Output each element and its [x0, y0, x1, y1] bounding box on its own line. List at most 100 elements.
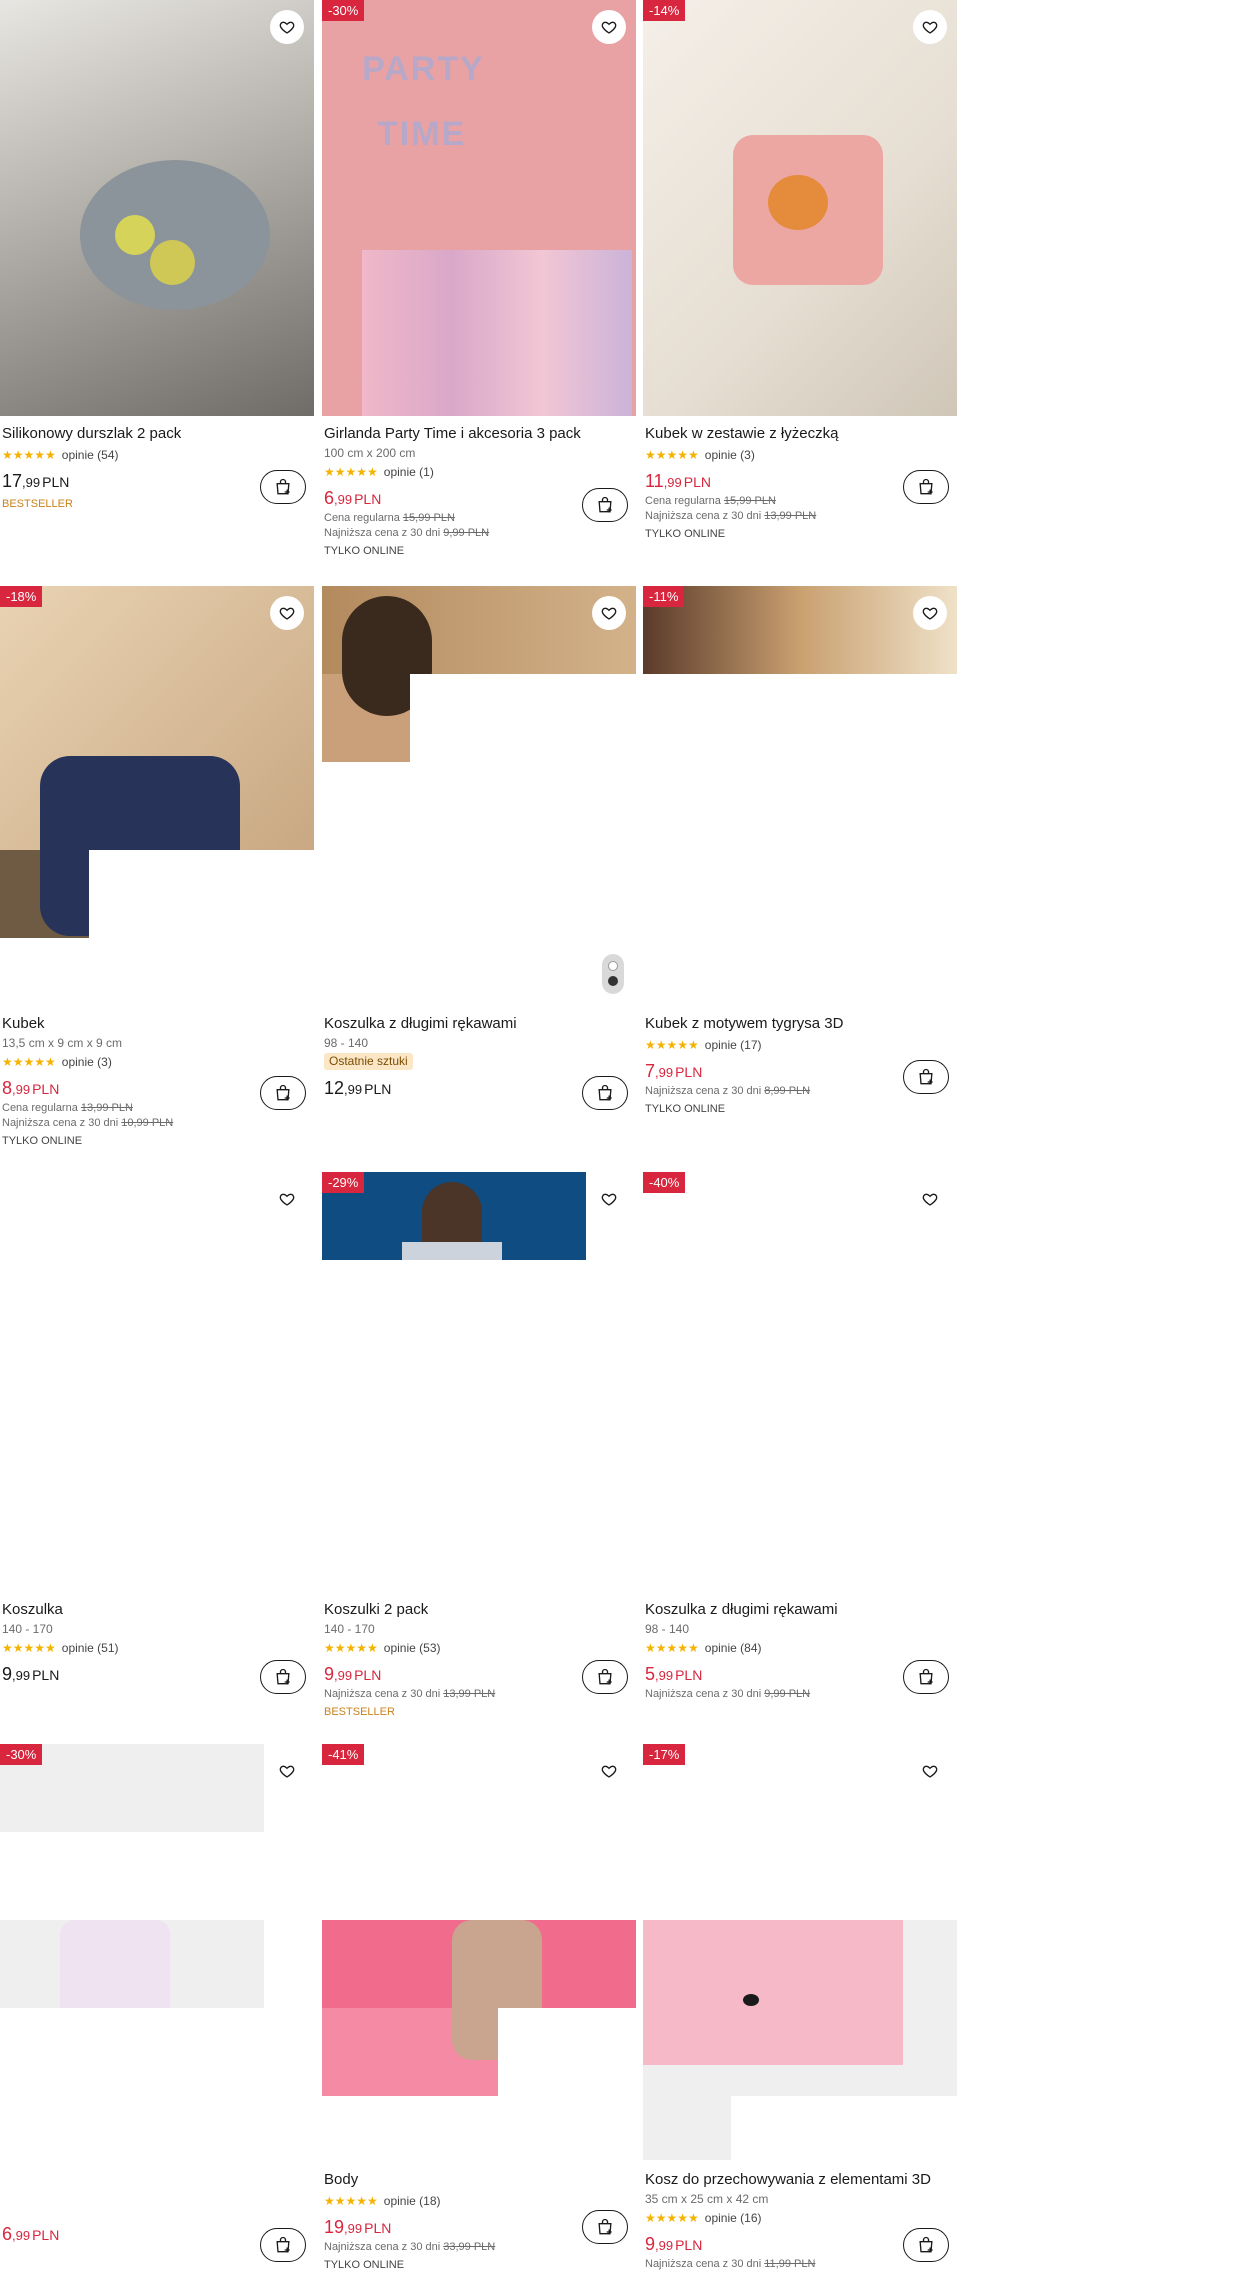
product-card[interactable]: -41% Body ★★★★★ opinie (18) 19,99 PLN Naj… [322, 1744, 636, 2278]
product-card[interactable]: Koszulka 140 - 170 ★★★★★ opinie (51) 9,9… [0, 1172, 314, 1752]
reviews-count[interactable]: opinie (54) [62, 448, 119, 462]
wishlist-button[interactable] [913, 1754, 947, 1788]
product-image[interactable] [643, 1172, 957, 1588]
add-to-cart-button[interactable] [903, 1060, 949, 1094]
product-name[interactable]: Silikonowy durszlak 2 pack [0, 424, 314, 444]
rating: ★★★★★ opinie (54) [0, 447, 314, 463]
add-to-cart-button[interactable] [582, 2210, 628, 2244]
product-image[interactable] [643, 0, 957, 416]
wishlist-button[interactable] [270, 596, 304, 630]
product-image[interactable] [643, 586, 957, 1002]
discount-badge: -30% [322, 0, 365, 21]
scroll-up-dot[interactable] [608, 961, 618, 971]
reviews-count[interactable]: opinie (84) [705, 1641, 762, 1655]
wishlist-button[interactable] [592, 596, 626, 630]
product-image[interactable] [322, 1172, 636, 1588]
add-to-cart-button[interactable] [582, 488, 628, 522]
lowest-price: Najniższa cena z 30 dni 10,99 PLN [2, 1117, 174, 1129]
wishlist-button[interactable] [270, 1182, 304, 1216]
add-to-cart-button[interactable] [903, 470, 949, 504]
heart-icon [922, 1193, 938, 1206]
product-name[interactable]: Body [322, 2170, 636, 2190]
product-image[interactable] [0, 1744, 314, 2160]
add-to-cart-icon [276, 1084, 290, 1101]
online-only-tag: TYLKO ONLINE [645, 528, 726, 540]
discount-badge: -11% [643, 586, 685, 607]
add-to-cart-button[interactable] [260, 470, 306, 504]
product-name[interactable]: Kubek [0, 1014, 314, 1034]
add-to-cart-button[interactable] [903, 1660, 949, 1694]
product-card[interactable]: PARTY TIME -30% Girlanda Party Time i ak… [322, 0, 636, 580]
add-to-cart-icon [276, 1668, 290, 1685]
heart-icon [279, 1765, 295, 1778]
reviews-count[interactable]: opinie (51) [62, 1641, 119, 1655]
product-image[interactable] [322, 1744, 636, 2160]
wishlist-button[interactable] [913, 1182, 947, 1216]
product-image[interactable] [643, 1744, 957, 2160]
add-to-cart-icon [919, 1068, 933, 1085]
wishlist-button[interactable] [270, 1754, 304, 1788]
product-card[interactable]: -17% Kosz do przechowywania z elementami… [643, 1744, 957, 2278]
reviews-count[interactable]: opinie (18) [384, 2194, 441, 2208]
add-to-cart-icon [598, 1084, 612, 1101]
add-to-cart-button[interactable] [260, 2228, 306, 2262]
add-to-cart-icon [598, 2218, 612, 2235]
product-card[interactable]: -30% 6,99 PLN [0, 1744, 314, 2278]
discount-badge: -18% [0, 586, 43, 607]
rating: ★★★★★ opinie (51) [0, 1640, 314, 1656]
reviews-count[interactable]: opinie (17) [705, 1038, 762, 1052]
wishlist-button[interactable] [592, 1182, 626, 1216]
product-name[interactable]: Kubek z motywem tygrysa 3D [643, 1014, 957, 1034]
reviews-count[interactable]: opinie (53) [384, 1641, 441, 1655]
wishlist-button[interactable] [592, 1754, 626, 1788]
product-size: 13,5 cm x 9 cm x 9 cm [2, 1036, 123, 1050]
scroll-indicator[interactable] [602, 954, 624, 994]
add-to-cart-icon [598, 496, 612, 513]
reviews-count[interactable]: opinie (16) [705, 2211, 762, 2225]
product-name[interactable]: Koszulka [0, 1600, 314, 1620]
product-card[interactable]: -29% Koszulki 2 pack 140 - 170 ★★★★★ opi… [322, 1172, 636, 1752]
wishlist-button[interactable] [592, 10, 626, 44]
product-name[interactable]: Koszulki 2 pack [322, 1600, 636, 1620]
product-name[interactable]: Koszulka z długimi rękawami [643, 1600, 957, 1620]
reviews-count[interactable]: opinie (3) [62, 1055, 112, 1069]
add-to-cart-button[interactable] [903, 2228, 949, 2262]
discount-badge: -40% [643, 1172, 686, 1193]
bestseller-tag: BESTSELLER [324, 1706, 395, 1718]
rating: ★★★★★ opinie (84) [643, 1640, 957, 1656]
add-to-cart-icon [919, 478, 933, 495]
product-card[interactable]: Koszulka z długimi rękawami 98 - 140 Ost… [322, 586, 636, 1166]
add-to-cart-button[interactable] [582, 1076, 628, 1110]
discount-badge: -29% [322, 1172, 365, 1193]
product-card[interactable]: -11% Kubek z motywem tygrysa 3D ★★★★★ op… [643, 586, 957, 1166]
add-to-cart-icon [598, 1668, 612, 1685]
rating-stars: ★★★★★ [645, 1038, 699, 1052]
product-image[interactable]: PARTY TIME [322, 0, 636, 416]
product-info: Koszulki 2 pack 140 - 170 ★★★★★ opinie (… [322, 1600, 636, 1720]
reviews-count[interactable]: opinie (1) [384, 465, 434, 479]
product-card[interactable]: -14% Kubek w zestawie z łyżeczką ★★★★★ o… [643, 0, 957, 580]
product-image[interactable] [0, 586, 314, 1002]
product-image[interactable] [0, 0, 314, 416]
heart-icon [601, 1765, 617, 1778]
wishlist-button[interactable] [913, 10, 947, 44]
add-to-cart-button[interactable] [260, 1660, 306, 1694]
add-to-cart-button[interactable] [582, 1660, 628, 1694]
product-card[interactable]: -18% Kubek 13,5 cm x 9 cm x 9 cm ★★★★★ o… [0, 586, 314, 1166]
wishlist-button[interactable] [270, 10, 304, 44]
product-card[interactable]: Silikonowy durszlak 2 pack ★★★★★ opinie … [0, 0, 314, 580]
reviews-count[interactable]: opinie (3) [705, 448, 755, 462]
product-name[interactable]: Koszulka z długimi rękawami [322, 1014, 636, 1034]
product-card[interactable]: -40% Koszulka z długimi rękawami 98 - 14… [643, 1172, 957, 1752]
scroll-down-dot[interactable] [608, 976, 618, 986]
product-size: 100 cm x 200 cm [324, 446, 416, 460]
product-image[interactable] [0, 1172, 314, 1588]
product-image[interactable] [322, 586, 636, 1002]
wishlist-button[interactable] [913, 596, 947, 630]
product-name[interactable]: Kubek w zestawie z łyżeczką [643, 424, 957, 444]
heart-icon [922, 21, 938, 34]
product-name[interactable]: Kosz do przechowywania z elementami 3D [643, 2170, 957, 2190]
discount-badge: -14% [643, 0, 686, 21]
add-to-cart-button[interactable] [260, 1076, 306, 1110]
product-name[interactable]: Girlanda Party Time i akcesoria 3 pack [322, 424, 636, 444]
